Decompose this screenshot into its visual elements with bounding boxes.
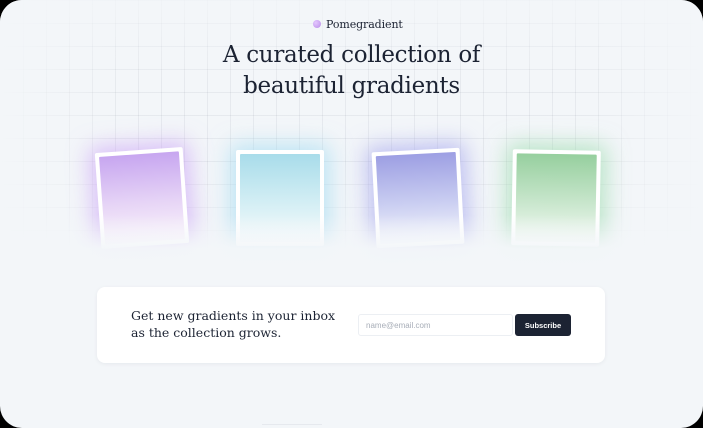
brand-logo[interactable]: Pomegradient — [313, 16, 403, 32]
bottom-divider — [262, 424, 322, 425]
hero-headline: A curated collection of beautiful gradie… — [150, 40, 553, 102]
page-frame: Pomegradient A curated collection of bea… — [0, 0, 703, 428]
brand-name: Pomegradient — [326, 17, 403, 31]
newsletter-text: Get new gradients in your inbox as the c… — [131, 307, 341, 341]
pomegranate-dot-icon — [313, 20, 321, 28]
subscribe-button[interactable]: Subscribe — [515, 314, 571, 336]
email-field[interactable] — [358, 314, 513, 336]
headline-line-1: A curated collection of — [222, 42, 481, 68]
newsletter-text-line-2: as the collection grows. — [131, 325, 282, 340]
headline-line-2: beautiful gradients — [243, 73, 460, 99]
newsletter-card: Get new gradients in your inbox as the c… — [97, 287, 605, 363]
newsletter-text-line-1: Get new gradients in your inbox — [131, 308, 336, 323]
cards-fade-overlay — [0, 215, 703, 290]
